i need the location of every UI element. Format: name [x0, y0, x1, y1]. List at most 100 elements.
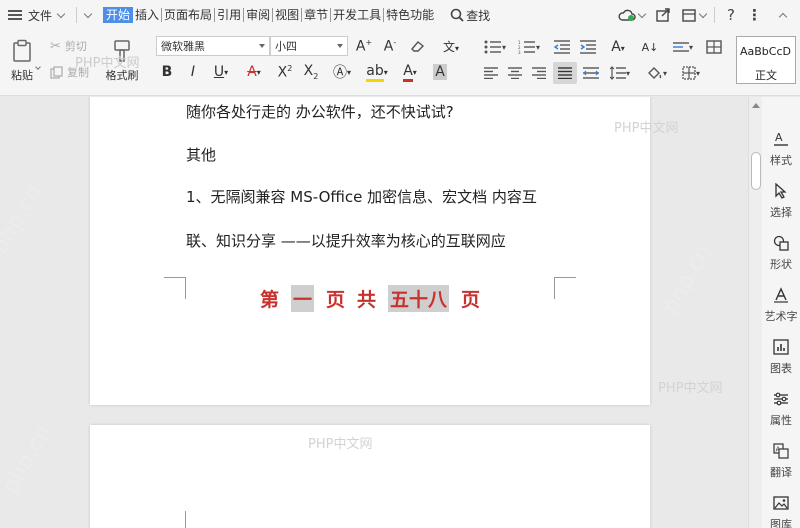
highlight-button[interactable]: ab ▾: [362, 62, 392, 82]
sidebar-item-label: 翻译: [770, 466, 792, 479]
tab-sections[interactable]: 章节: [302, 8, 332, 22]
phonetic-guide-button[interactable]: 文▾: [436, 36, 466, 56]
sort-icon: A↓: [641, 40, 659, 54]
font-size-value: 小四: [275, 40, 297, 53]
font-family-select[interactable]: 微软雅黑: [156, 36, 270, 56]
tab-special-features[interactable]: 特色功能: [384, 8, 436, 22]
watermark: PHP中文网: [308, 437, 373, 452]
chevron-up-icon: [778, 12, 788, 22]
page-footer[interactable]: 第 一 页 共 五十八 页: [90, 285, 650, 312]
tab-page-layout[interactable]: 页面布局: [162, 8, 216, 22]
subscript-icon: X2: [303, 63, 319, 81]
strikethrough-button[interactable]: A ▾: [240, 62, 268, 82]
hamburger-icon: [8, 10, 22, 20]
more-tools-button[interactable]: [681, 0, 712, 30]
menu-divider: [76, 7, 78, 23]
paint-bucket-icon: [647, 67, 662, 79]
paragraph[interactable]: 随你各处行走的 办公软件，还不快试试?: [186, 101, 454, 122]
scroll-up-arrow-icon[interactable]: [752, 103, 760, 108]
footer-text: 第: [259, 289, 279, 311]
character-shading-button[interactable]: A: [430, 62, 450, 82]
file-menu[interactable]: 文件: [0, 0, 70, 30]
strikethrough-icon: A: [247, 64, 257, 80]
sidebar-item-shapes[interactable]: 形状: [762, 235, 800, 272]
increase-indent-button[interactable]: [578, 38, 598, 56]
scrollbar-thumb[interactable]: [751, 152, 761, 190]
phonetic-icon: 文▾: [442, 39, 460, 54]
font-size-select[interactable]: 小四: [270, 36, 348, 56]
borders-button[interactable]: ▾: [676, 64, 706, 82]
paragraph[interactable]: 1、无隔阂兼容 MS-Office 加密信息、宏文档 内容互: [186, 186, 537, 207]
eraser-icon: [411, 41, 425, 52]
search-label: 查找: [466, 8, 491, 23]
document-page[interactable]: PHP中文网: [90, 425, 650, 528]
search-button[interactable]: 查找: [450, 0, 490, 30]
align-left-button[interactable]: [482, 64, 500, 82]
tab-review[interactable]: 审阅: [244, 8, 274, 22]
sidebar-item-gallery[interactable]: 图库: [762, 495, 800, 528]
share-icon: [656, 8, 670, 22]
distributed-align-button[interactable]: [582, 64, 600, 82]
translate-icon: A: [773, 443, 789, 459]
cloud-sync-button[interactable]: [618, 0, 651, 30]
tab-home[interactable]: 开始: [103, 7, 134, 23]
style-normal[interactable]: AaBbCcD 正文: [736, 36, 796, 84]
sidebar-item-charts[interactable]: 图表: [762, 339, 800, 376]
clear-formatting-button[interactable]: [408, 36, 428, 56]
tab-references[interactable]: 引用: [215, 8, 245, 22]
show-marks-button[interactable]: ▾: [668, 38, 698, 56]
decrease-font-size-button[interactable]: A-: [380, 36, 400, 56]
distribute-icon: [583, 67, 599, 79]
shading-fill-button[interactable]: ▾: [642, 64, 672, 82]
italic-icon: I: [190, 64, 196, 80]
menu-bar: 文件 开始 插入 页面布局 引用 审阅 视图 章节 开发工具 特色功能 查找 ?…: [0, 0, 800, 30]
paragraph-marks-icon: [672, 42, 689, 52]
paste-button[interactable]: 粘贴: [4, 36, 40, 86]
sidebar-item-word-art[interactable]: 艺术字: [762, 287, 800, 324]
align-center-button[interactable]: [506, 64, 524, 82]
bullets-button[interactable]: ▾: [480, 38, 510, 56]
text-effect-button[interactable]: Ⓐ ▾: [328, 62, 356, 82]
change-case-button[interactable]: A▾: [604, 38, 632, 56]
help-button[interactable]: ?: [727, 0, 735, 30]
paragraph[interactable]: 其他: [186, 144, 216, 165]
vertical-scrollbar[interactable]: [748, 97, 762, 528]
text-effect-icon: Ⓐ: [332, 65, 347, 81]
line-spacing-button[interactable]: ▾: [606, 64, 634, 82]
document-canvas[interactable]: 随你各处行走的 办公软件，还不快试试? 其他 1、无隔阂兼容 MS-Office…: [0, 97, 748, 528]
borders-icon: [682, 66, 696, 80]
sidebar-item-select[interactable]: 选择: [762, 182, 800, 220]
align-right-button[interactable]: [530, 64, 548, 82]
justify-button[interactable]: [553, 62, 577, 84]
chevron-down-icon: [637, 9, 647, 18]
style-name: 正文: [755, 69, 777, 82]
increase-font-size-button[interactable]: A+: [354, 36, 374, 56]
total-pages-field[interactable]: 五十八: [388, 285, 450, 312]
italic-button[interactable]: I: [184, 62, 202, 82]
document-page[interactable]: 随你各处行走的 办公软件，还不快试试? 其他 1、无隔阂兼容 MS-Office…: [90, 97, 678, 405]
subscript-button[interactable]: X2: [300, 62, 322, 82]
paragraph[interactable]: 联、知识分享 ——以提升效率为核心的互联网应: [186, 230, 506, 251]
word-art-icon: [774, 287, 788, 303]
more-options-button[interactable]: ⋮: [747, 0, 762, 30]
sidebar-item-styles[interactable]: A 样式: [762, 131, 800, 168]
collapse-ribbon-button[interactable]: [774, 0, 792, 30]
sort-button[interactable]: A↓: [640, 38, 660, 56]
underline-button[interactable]: U ▾: [208, 62, 234, 82]
sidebar-item-translate[interactable]: A 翻译: [762, 443, 800, 480]
bold-button[interactable]: B: [158, 62, 176, 82]
share-button[interactable]: [655, 0, 671, 30]
file-menu-label: 文件: [28, 8, 53, 23]
tab-developer[interactable]: 开发工具: [331, 8, 385, 22]
current-page-field[interactable]: 一: [290, 285, 314, 312]
table-grid-button[interactable]: [704, 38, 724, 56]
tab-insert[interactable]: 插入: [133, 8, 163, 22]
tab-view[interactable]: 视图: [273, 8, 303, 22]
numbering-button[interactable]: 123 ▾: [514, 38, 544, 56]
sidebar-item-properties[interactable]: 属性: [762, 391, 800, 428]
superscript-button[interactable]: X2: [274, 62, 296, 82]
quick-access-dropdown[interactable]: [83, 0, 101, 30]
font-color-button[interactable]: A ▾: [396, 62, 424, 82]
decrease-indent-button[interactable]: [552, 38, 572, 56]
ribbon-toolbar: 粘贴 ✂ 剪切 复制 格式刷 微软雅黑 小四 A+ A- 文▾ B I U ▾ A…: [0, 30, 800, 96]
